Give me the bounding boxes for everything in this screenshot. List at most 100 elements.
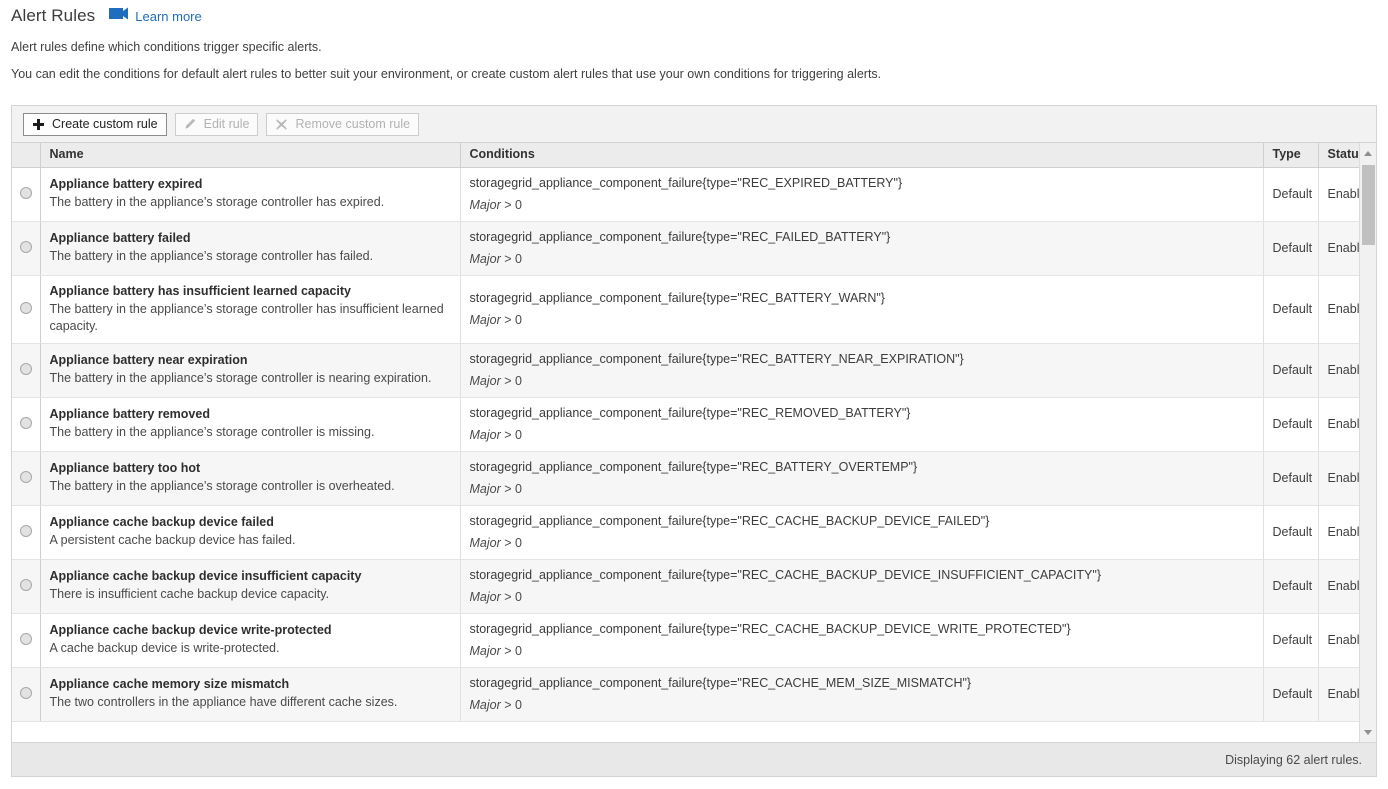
severity-operator: > 0 bbox=[504, 312, 522, 327]
table-row[interactable]: Appliance battery too hot The battery in … bbox=[12, 451, 1376, 506]
rule-name-cell: Appliance battery expired The battery in … bbox=[40, 167, 461, 222]
page-header: Alert Rules Learn more Alert rules defin… bbox=[0, 0, 1388, 81]
table-row[interactable]: Appliance cache backup device write-prot… bbox=[12, 613, 1376, 668]
remove-custom-rule-label: Remove custom rule bbox=[295, 117, 411, 131]
rule-name: Appliance battery too hot bbox=[49, 461, 201, 475]
severity-operator: > 0 bbox=[504, 427, 522, 442]
rule-conditions-cell: storagegrid_appliance_component_failure{… bbox=[460, 505, 1264, 560]
remove-custom-rule-button[interactable]: Remove custom rule bbox=[266, 112, 420, 136]
severity-operator: > 0 bbox=[504, 373, 522, 388]
row-select-cell[interactable] bbox=[12, 167, 41, 222]
scroll-up-arrow-icon[interactable] bbox=[1360, 145, 1376, 161]
table-row[interactable]: Appliance battery removed The battery in … bbox=[12, 397, 1376, 452]
row-select-cell[interactable] bbox=[12, 505, 41, 560]
edit-rule-button[interactable]: Edit rule bbox=[174, 112, 259, 136]
row-radio-button[interactable] bbox=[19, 240, 32, 253]
rule-type-cell: Default bbox=[1263, 613, 1319, 668]
condition-expression: storagegrid_appliance_component_failure{… bbox=[469, 621, 1071, 636]
table-row[interactable]: Appliance battery failed The battery in t… bbox=[12, 221, 1376, 276]
record-count-label: Displaying 62 alert rules. bbox=[1225, 752, 1362, 767]
intro-line-1: Alert rules define which conditions trig… bbox=[11, 40, 322, 54]
table-vertical-scrollbar[interactable] bbox=[1359, 143, 1376, 742]
rule-type-cell: Default bbox=[1263, 505, 1319, 560]
severity-operator: > 0 bbox=[504, 589, 522, 604]
table-row[interactable]: Appliance cache memory size mismatch The … bbox=[12, 667, 1376, 722]
row-radio-button[interactable] bbox=[19, 416, 32, 429]
table-row[interactable]: Appliance battery expired The battery in … bbox=[12, 167, 1376, 222]
video-camera-icon bbox=[109, 7, 129, 25]
row-radio-button[interactable] bbox=[19, 470, 32, 483]
condition-severity: Major > 0 bbox=[470, 535, 1254, 551]
row-radio-button[interactable] bbox=[19, 301, 32, 314]
row-select-cell[interactable] bbox=[12, 397, 41, 452]
severity-operator: > 0 bbox=[504, 535, 522, 550]
rule-conditions-cell: storagegrid_appliance_component_failure{… bbox=[460, 667, 1264, 722]
severity-label: Major bbox=[469, 643, 501, 658]
learn-more-link[interactable]: Learn more bbox=[109, 7, 202, 25]
condition-expression: storagegrid_appliance_component_failure{… bbox=[469, 675, 972, 690]
severity-label: Major bbox=[469, 427, 501, 442]
rule-name: Appliance battery removed bbox=[49, 407, 210, 421]
alert-rules-page: Alert Rules Learn more Alert rules defin… bbox=[0, 0, 1388, 789]
severity-label: Major bbox=[469, 535, 501, 550]
rule-description: The battery in the appliance’s storage c… bbox=[49, 425, 375, 439]
table-row[interactable]: Appliance battery near expiration The bat… bbox=[12, 343, 1376, 398]
row-select-cell[interactable] bbox=[12, 275, 41, 344]
rule-type-cell: Default bbox=[1263, 397, 1319, 452]
rule-conditions-cell: storagegrid_appliance_component_failure{… bbox=[460, 167, 1264, 222]
pencil-icon bbox=[184, 118, 197, 130]
rule-name: Appliance cache backup device insufficie… bbox=[49, 569, 362, 583]
row-select-cell[interactable] bbox=[12, 667, 41, 722]
column-header-type[interactable]: Type bbox=[1263, 143, 1319, 168]
create-custom-rule-button[interactable]: Create custom rule bbox=[23, 112, 167, 136]
scroll-down-arrow-icon[interactable] bbox=[1360, 724, 1376, 740]
intro-line-2: You can edit the conditions for default … bbox=[11, 67, 882, 81]
condition-expression: storagegrid_appliance_component_failure{… bbox=[469, 175, 903, 190]
condition-expression: storagegrid_appliance_component_failure{… bbox=[469, 405, 911, 420]
table-row[interactable]: Appliance cache backup device failed A pe… bbox=[12, 505, 1376, 560]
rule-name: Appliance cache backup device write-prot… bbox=[49, 623, 332, 637]
condition-expression: storagegrid_appliance_component_failure{… bbox=[469, 567, 1102, 582]
table-toolbar: Create custom rule Edit rule Remove cust… bbox=[12, 106, 1376, 143]
row-select-cell[interactable] bbox=[12, 343, 41, 398]
scrollbar-thumb[interactable] bbox=[1362, 165, 1375, 245]
condition-severity: Major > 0 bbox=[470, 643, 1254, 659]
condition-severity: Major > 0 bbox=[470, 373, 1254, 389]
row-select-cell[interactable] bbox=[12, 221, 41, 276]
x-icon bbox=[275, 118, 288, 130]
rule-conditions-cell: storagegrid_appliance_component_failure{… bbox=[460, 275, 1264, 344]
rule-description: A cache backup device is write-protected… bbox=[49, 641, 280, 655]
rule-name-cell: Appliance cache backup device insufficie… bbox=[40, 559, 461, 614]
learn-more-label: Learn more bbox=[135, 8, 202, 24]
row-radio-button[interactable] bbox=[19, 686, 32, 699]
condition-expression: storagegrid_appliance_component_failure{… bbox=[469, 229, 891, 244]
rule-name-cell: Appliance battery removed The battery in … bbox=[40, 397, 461, 452]
rule-type-cell: Default bbox=[1263, 343, 1319, 398]
row-select-cell[interactable] bbox=[12, 559, 41, 614]
table-header-row: Name Conditions Type Status bbox=[12, 143, 1376, 168]
row-radio-button[interactable] bbox=[19, 578, 32, 591]
row-radio-button[interactable] bbox=[19, 186, 32, 199]
column-header-conditions[interactable]: Conditions bbox=[460, 143, 1264, 168]
rule-type-cell: Default bbox=[1263, 451, 1319, 506]
rule-description: The battery in the appliance’s storage c… bbox=[49, 249, 374, 263]
row-radio-button[interactable] bbox=[19, 524, 32, 537]
severity-operator: > 0 bbox=[504, 481, 522, 496]
row-select-cell[interactable] bbox=[12, 613, 41, 668]
condition-severity: Major > 0 bbox=[470, 697, 1254, 713]
condition-severity: Major > 0 bbox=[470, 312, 1254, 328]
alert-rules-table-area: Name Conditions Type Status Appliance ba… bbox=[12, 143, 1376, 742]
rule-description: The battery in the appliance’s storage c… bbox=[49, 479, 395, 493]
rule-conditions-cell: storagegrid_appliance_component_failure{… bbox=[460, 451, 1264, 506]
severity-label: Major bbox=[469, 312, 501, 327]
rule-type-cell: Default bbox=[1263, 167, 1319, 222]
column-header-name[interactable]: Name bbox=[40, 143, 461, 168]
table-row[interactable]: Appliance battery has insufficient learn… bbox=[12, 275, 1376, 344]
row-radio-button[interactable] bbox=[19, 362, 32, 375]
row-select-cell[interactable] bbox=[12, 451, 41, 506]
rule-conditions-cell: storagegrid_appliance_component_failure{… bbox=[460, 343, 1264, 398]
table-row[interactable]: Appliance cache backup device insufficie… bbox=[12, 559, 1376, 614]
row-radio-button[interactable] bbox=[19, 632, 32, 645]
severity-operator: > 0 bbox=[504, 251, 522, 266]
rule-description: The two controllers in the appliance hav… bbox=[49, 695, 398, 709]
